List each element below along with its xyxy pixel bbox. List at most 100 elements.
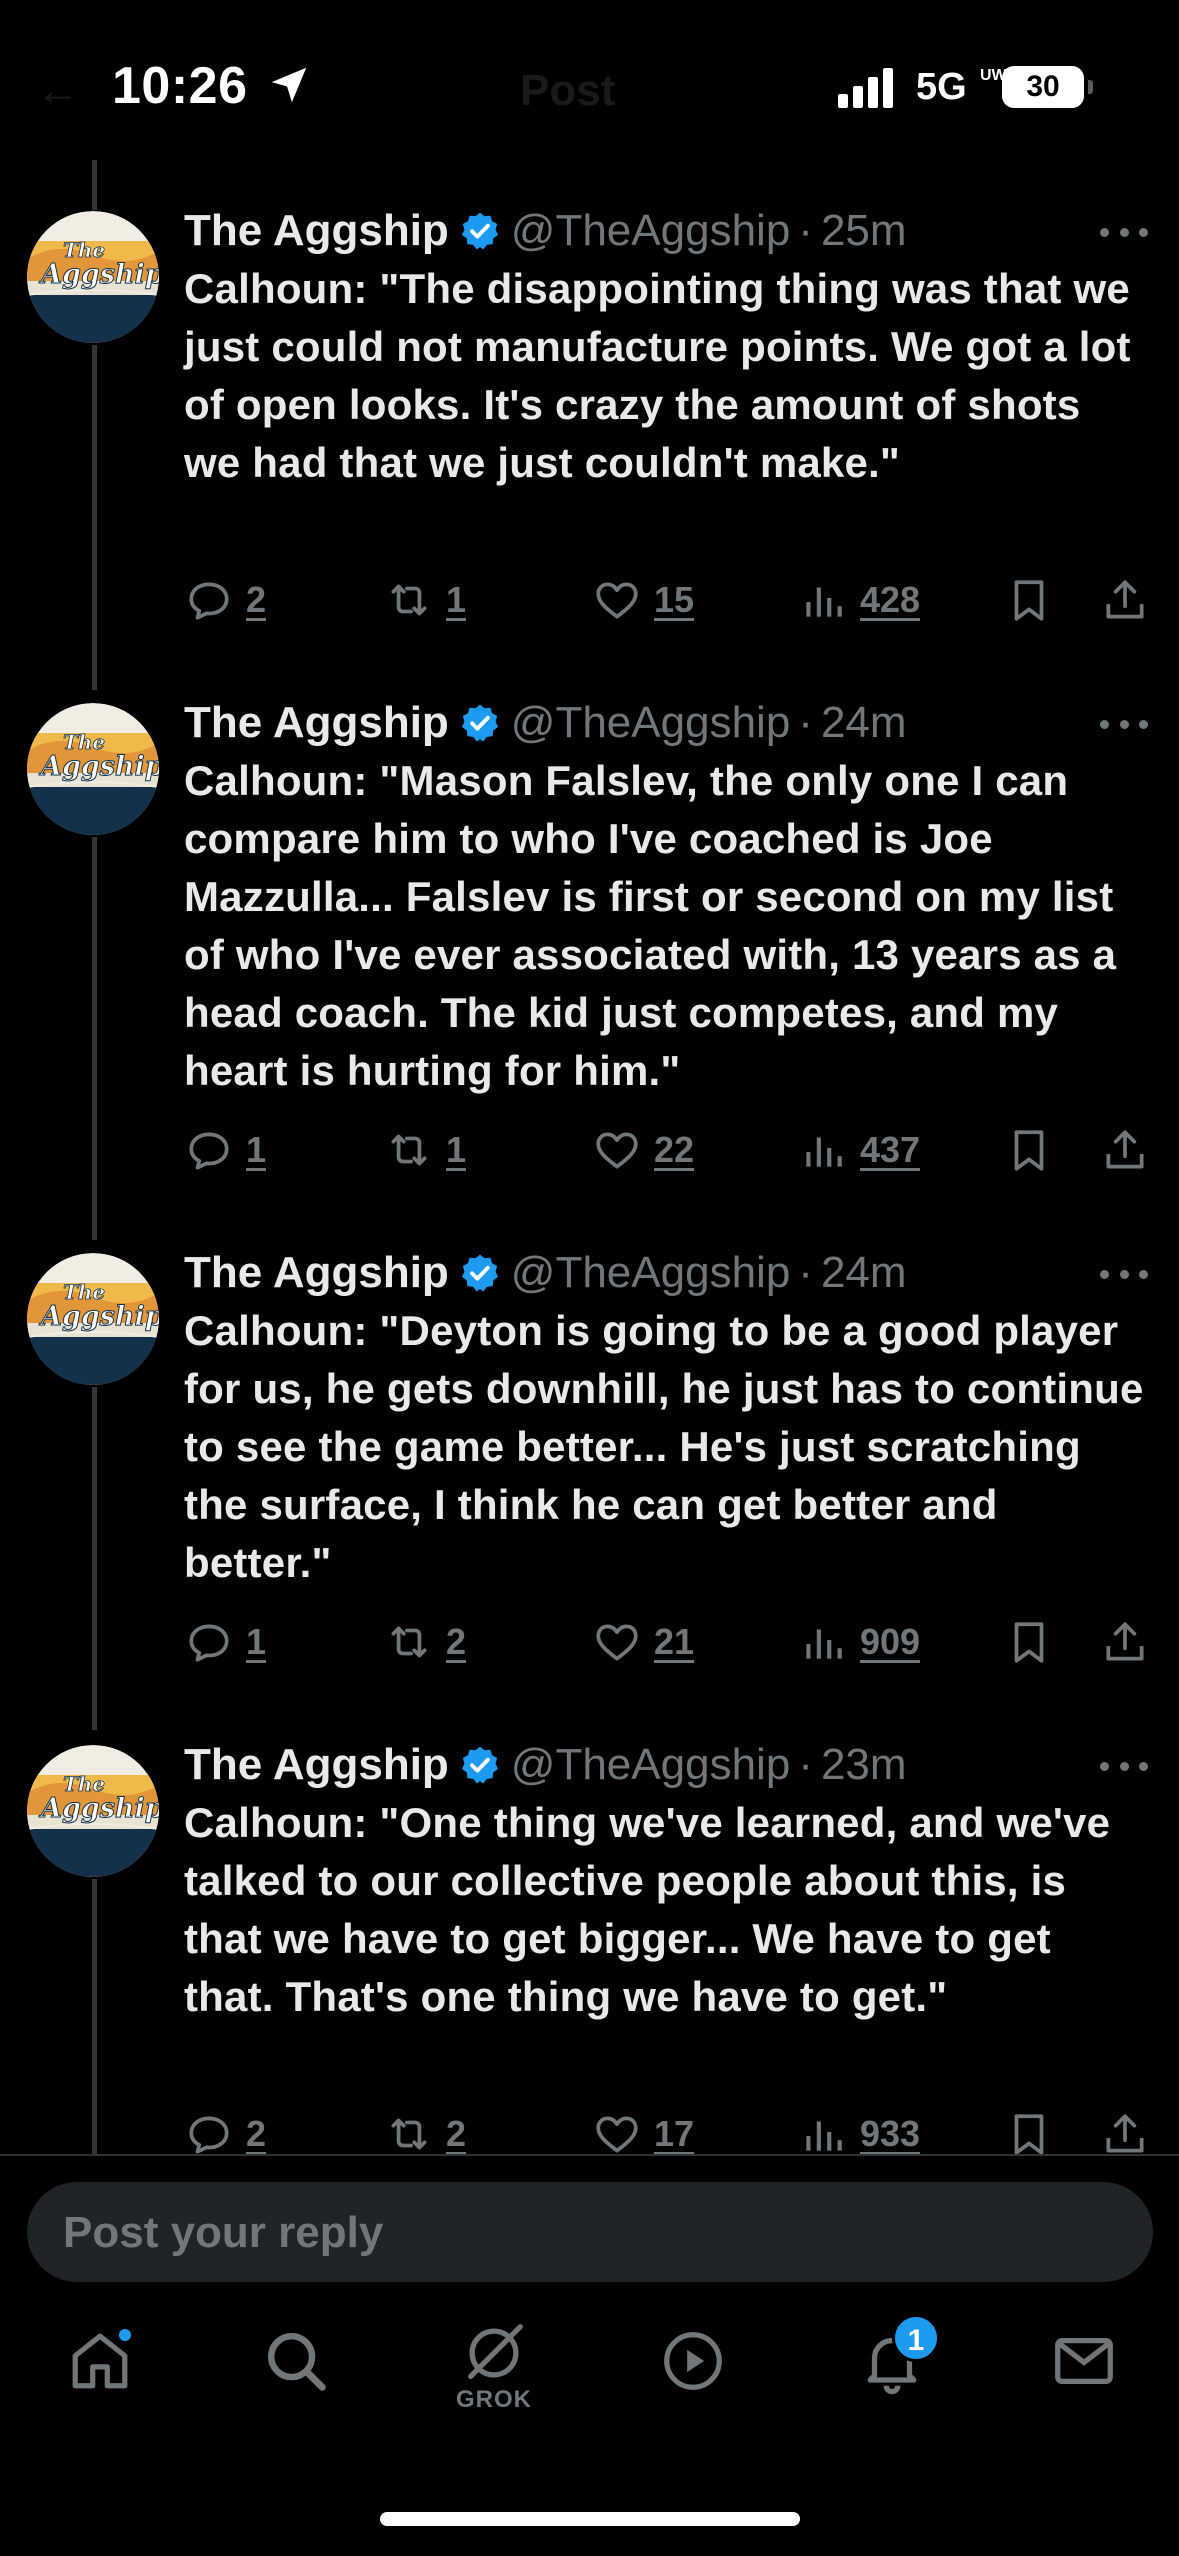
like-button[interactable]: 21 [592,1612,694,1672]
heart-icon [596,1624,638,1661]
bookmark-icon [1014,1130,1044,1171]
tweet-header: The Aggship @TheAggship · 23m [184,1738,907,1792]
reply-button[interactable]: 2 [184,570,266,630]
handle[interactable]: @TheAggship [511,698,791,748]
avatar[interactable]: The Aggship [27,1253,159,1385]
avatar-logo-line2: Aggship [38,1793,159,1824]
repost-button[interactable]: 2 [384,1612,466,1672]
thread-line [92,345,97,690]
tweet-header: The Aggship @TheAggship · 25m [184,204,907,258]
bookmark-button[interactable] [1004,570,1066,630]
tweet-header: The Aggship @TheAggship · 24m [184,1246,907,1300]
share-icon [1106,1622,1144,1661]
nav-grok[interactable]: GROK [444,2318,544,2438]
display-name[interactable]: The Aggship [184,1248,449,1298]
bookmark-icon [1014,1622,1044,1663]
avatar[interactable]: The Aggship [27,211,159,343]
reply-count: 2 [246,579,267,620]
more-icon[interactable] [1100,222,1148,242]
nav-messages[interactable] [1034,2326,1134,2446]
views-icon [806,1629,842,1659]
verified-badge-icon [461,1746,498,1784]
aggship-logo: The Aggship [27,211,159,343]
like-button[interactable]: 15 [592,570,694,630]
views-count: 428 [860,579,921,620]
repost-button[interactable]: 1 [384,1120,466,1180]
repost-count: 1 [446,579,467,620]
avatar[interactable]: The Aggship [27,703,159,835]
tweet-text: Calhoun: "Mason Falslev, the only one I … [184,757,1117,1094]
header-title-faint: Post [520,66,616,115]
handle[interactable]: @TheAggship [511,206,791,256]
handle[interactable]: @TheAggship [511,1740,791,1790]
separator-dot: · [798,1740,813,1789]
reply-button[interactable]: 1 [184,1120,266,1180]
status-time: 10:26 [112,57,248,115]
timestamp[interactable]: 23m [821,1740,907,1790]
nav-video[interactable] [643,2326,743,2446]
battery-indicator: 30 [1002,66,1093,108]
reply-button[interactable]: 1 [184,1612,266,1672]
repost-icon [391,1626,427,1658]
more-icon[interactable] [1100,1264,1148,1284]
aggship-logo: The Aggship [27,703,159,835]
aggship-logo: The Aggship [27,1253,159,1385]
reply-icon [189,2116,229,2154]
share-button[interactable] [1100,570,1162,630]
views-button[interactable]: 437 [798,1120,920,1180]
home-unread-dot [116,2326,134,2344]
repost-count: 2 [446,2113,467,2154]
mail-icon [1055,2337,1113,2385]
timestamp[interactable]: 24m [821,698,907,748]
handle[interactable]: @TheAggship [511,1248,791,1298]
reply-count: 2 [246,2113,267,2154]
back-arrow-faint[interactable]: ← [36,66,80,116]
bookmark-button[interactable] [1004,1120,1066,1180]
timestamp[interactable]: 25m [821,206,907,256]
nav-search[interactable] [246,2326,346,2446]
like-count: 21 [654,1621,695,1662]
tweet-header: The Aggship @TheAggship · 24m [184,696,907,750]
avatar-logo-line2: Aggship [38,1301,159,1332]
repost-button[interactable]: 1 [384,570,466,630]
tweet-actions: 1 1 22 437 [184,1120,1144,1180]
views-icon [806,2121,842,2151]
nav-home[interactable] [50,2326,150,2446]
bookmark-button[interactable] [1004,1612,1066,1672]
bookmark-icon [1014,580,1044,621]
reply-icon [189,582,229,620]
nav-notifications[interactable]: 1 [842,2314,942,2446]
views-icon [806,1137,842,1167]
status-bar: ← 10:26 Post 5G UW 30 [0,0,1179,160]
more-icon[interactable] [1100,1756,1148,1776]
avatar-logo-line2: Aggship [38,259,159,290]
avatar[interactable]: The Aggship [27,1745,159,1877]
views-button[interactable]: 428 [798,570,920,630]
like-count: 17 [654,2113,695,2154]
reply-input[interactable]: Post your reply [27,2182,1153,2282]
views-button[interactable]: 909 [798,1612,920,1672]
cellular-signal-icon [838,68,893,108]
display-name[interactable]: The Aggship [184,698,449,748]
like-button[interactable]: 22 [592,1120,694,1180]
display-name[interactable]: The Aggship [184,1740,449,1790]
verified-badge-icon [461,1254,498,1292]
display-name[interactable]: The Aggship [184,206,449,256]
search-icon [268,2333,326,2391]
thread-line-top [92,160,97,210]
thread-line [92,1879,97,2156]
tweet-actions: 1 2 21 909 [184,1612,1144,1672]
heart-icon [596,2116,638,2153]
thread-line [92,1387,97,1730]
share-button[interactable] [1100,1120,1162,1180]
reply-count: 1 [246,1129,267,1170]
more-icon[interactable] [1100,714,1148,734]
heart-icon [596,582,638,619]
timestamp[interactable]: 24m [821,1248,907,1298]
grok-label: GROK [456,2386,532,2413]
reply-bar: Post your reply [0,2156,1179,2286]
share-button[interactable] [1100,1612,1162,1672]
tweet-actions: 2 1 15 428 [184,570,1144,630]
location-arrow-icon [271,67,307,103]
heart-icon [596,1132,638,1169]
